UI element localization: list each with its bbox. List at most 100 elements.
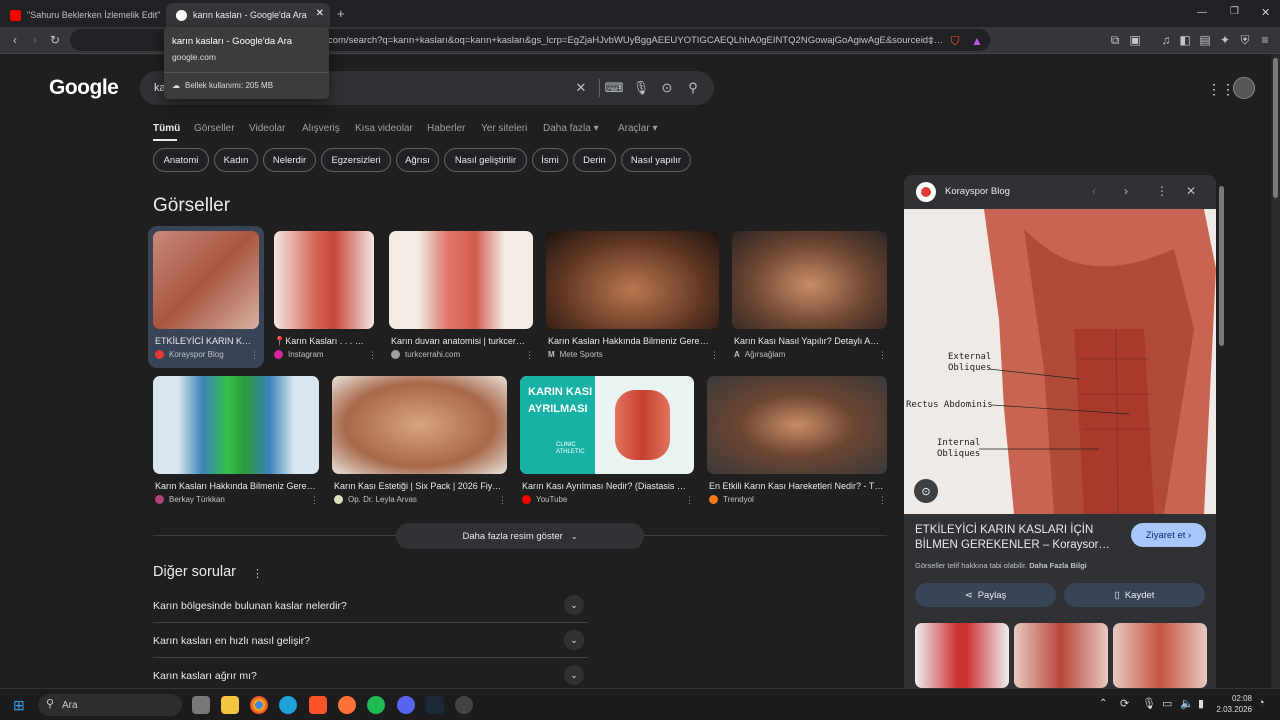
image-result-3[interactable] [389, 231, 533, 329]
avatar[interactable] [1233, 77, 1255, 99]
taskbar-search[interactable]: ⚲ Ara [38, 694, 182, 716]
image-caption[interactable]: Karın duvarı anatomisi | turkcer… [391, 336, 531, 346]
wallet-icon[interactable]: ▤ [1196, 31, 1214, 49]
panel-site-name[interactable]: Korayspor Blog [945, 186, 1010, 197]
back-icon[interactable]: ‹ [6, 31, 24, 49]
chip-egzersizleri[interactable]: Egzersizleri [321, 148, 391, 172]
chip-agrisi[interactable]: Ağrısı [396, 148, 439, 172]
question-row[interactable]: Karın kasları en hızlı nasıl gelişir? ⌄ [153, 623, 588, 658]
discord-icon[interactable] [397, 696, 415, 714]
image-caption[interactable]: Karın Kasları Hakkında Bilmeniz Gerek… [548, 336, 713, 346]
image-result-6[interactable] [153, 376, 319, 474]
related-image[interactable] [1014, 623, 1108, 688]
image-caption[interactable]: Karın Kası Ayrılması Nedir? (Diastasis R… [522, 481, 692, 491]
spotify-icon[interactable] [367, 696, 385, 714]
clear-icon[interactable]: ✕ [573, 80, 589, 96]
more-options-icon[interactable]: ⋮ [878, 495, 887, 506]
chip-kadin[interactable]: Kadın [214, 148, 258, 172]
more-options-icon[interactable]: ⋮ [368, 350, 377, 361]
panel-heading[interactable]: ETKİLEYİCİ KARIN KASLARI İÇİN BİLMEN GER… [915, 523, 1115, 553]
screenshot-icon[interactable]: ▣ [1126, 31, 1144, 49]
question-row[interactable]: Karın bölgesinde bulunan kaslar nelerdir… [153, 588, 588, 623]
tab-shopping[interactable]: Alışveriş [302, 123, 340, 134]
chip-anatomi[interactable]: Anatomi [153, 148, 209, 172]
vpn-icon[interactable]: ⛨ [1236, 31, 1254, 49]
brave-rewards-icon[interactable]: ▲ [968, 32, 986, 50]
image-caption[interactable]: En Etkili Karın Kası Hareketleri Nedir? … [709, 481, 885, 491]
save-button[interactable]: ▯ Kaydet [1064, 583, 1205, 607]
lens-icon[interactable]: ⊙ [659, 80, 675, 96]
close-icon[interactable]: ✕ [1186, 184, 1196, 198]
volume-icon[interactable]: 🔈 [1180, 697, 1194, 710]
more-options-icon[interactable]: ⋮ [525, 350, 534, 361]
image-caption[interactable]: Karın Kası Estetiği | Six Pack | 2026 Fi… [334, 481, 504, 491]
search-icon[interactable]: ⚲ [685, 80, 701, 96]
more-images-button[interactable]: Daha fazla resim göster ⌄ [396, 523, 644, 549]
keyboard-icon[interactable]: ⌨ [605, 80, 624, 96]
image-caption[interactable]: ETKİLEYİCİ KARIN KAS… [155, 336, 257, 346]
chevron-down-icon[interactable]: ⌄ [564, 595, 584, 615]
file-explorer-icon[interactable] [221, 696, 239, 714]
apps-grid-icon[interactable]: ⋮⋮ [1207, 81, 1235, 98]
windows-start-icon[interactable]: ⊞ [13, 697, 25, 714]
microphone-icon[interactable]: 🎙 [633, 80, 650, 96]
visit-button[interactable]: Ziyaret et › [1131, 523, 1206, 547]
next-icon[interactable]: › [1124, 184, 1128, 198]
image-result-2[interactable] [274, 231, 374, 329]
tab-google-search[interactable]: karın kasları - Google'da Ara ✕ [166, 3, 330, 27]
chevron-up-icon[interactable]: ⌃ [1099, 698, 1107, 709]
image-caption[interactable]: Karın Kası Nasıl Yapılır? Detaylı An… [734, 336, 884, 346]
image-result-1[interactable] [153, 231, 259, 329]
extensions-icon[interactable]: ⧉ [1106, 31, 1124, 49]
steam-icon[interactable] [426, 696, 444, 714]
brave-shield-icon[interactable]: ⛉ [946, 32, 964, 50]
clock[interactable]: 02:08 2.03.2026 [1216, 693, 1252, 715]
more-options-icon[interactable]: ⋮ [250, 350, 259, 361]
edge-icon[interactable] [279, 696, 297, 714]
image-result-7[interactable] [332, 376, 507, 474]
media-icon[interactable]: ♫ [1157, 31, 1175, 49]
more-options-icon[interactable]: ⋮ [710, 350, 719, 361]
related-image[interactable] [1113, 623, 1207, 688]
battery-icon[interactable]: ▮ [1198, 697, 1204, 710]
related-image[interactable] [915, 623, 1009, 688]
menu-icon[interactable]: ≡ [1256, 31, 1274, 49]
brave-icon[interactable] [309, 696, 327, 714]
sidebar-icon[interactable]: ◧ [1176, 31, 1194, 49]
chip-nasil-gelistirilir[interactable]: Nasıl geliştirilir [444, 148, 527, 172]
leo-ai-icon[interactable]: ✦ [1216, 31, 1234, 49]
chevron-down-icon[interactable]: ⌄ [564, 630, 584, 650]
chip-ismi[interactable]: İsmi [532, 148, 568, 172]
minimize-icon[interactable]: — [1197, 7, 1207, 18]
more-info-link[interactable]: Daha Fazla Bilgi [1029, 561, 1087, 570]
task-view-icon[interactable] [192, 696, 210, 714]
more-options-icon[interactable]: ⋮ [498, 495, 507, 506]
page-scrollbar[interactable] [1271, 54, 1280, 688]
chip-nasil-yapilir[interactable]: Nasıl yapılır [621, 148, 691, 172]
share-icon[interactable]: ⇪ [922, 32, 940, 50]
tab-youtube[interactable]: "Sahuru Beklerken İzlemelik Edit" Kız… [0, 3, 160, 27]
more-options-icon[interactable]: ⋮ [310, 495, 319, 506]
chevron-down-icon[interactable]: ⌄ [564, 665, 584, 685]
tab-images[interactable]: Görseller [194, 123, 235, 134]
display-icon[interactable]: ▭ [1162, 697, 1172, 710]
chrome-icon[interactable] [250, 696, 268, 714]
image-result-8[interactable]: KARIN KASI AYRILMASI CLINIC ATHLETIC [520, 376, 694, 474]
tab-short-videos[interactable]: Kısa videolar [355, 123, 413, 134]
app-icon[interactable] [455, 696, 473, 714]
tab-videos[interactable]: Videolar [249, 123, 286, 134]
more-options-icon[interactable]: ⋮ [685, 495, 694, 506]
tab-web[interactable]: Yer siteleri [481, 123, 527, 134]
prev-icon[interactable]: ‹ [1092, 184, 1096, 198]
close-window-icon[interactable]: ✕ [1261, 6, 1270, 19]
firefox-icon[interactable] [338, 696, 356, 714]
notification-icon[interactable]: ◔ [1258, 697, 1265, 709]
lens-icon[interactable]: ⊙ [914, 479, 938, 503]
image-result-4[interactable] [546, 231, 719, 329]
more-options-icon[interactable]: ⋮ [1156, 184, 1168, 198]
image-result-9[interactable] [707, 376, 887, 474]
maximize-icon[interactable]: ❐ [1230, 6, 1239, 17]
microphone-icon[interactable]: 🎙 [1142, 697, 1156, 710]
image-caption[interactable]: 📍Karın Kasları . . . . . . [274, 336, 364, 347]
more-options-icon[interactable]: ⋮ [252, 567, 263, 580]
